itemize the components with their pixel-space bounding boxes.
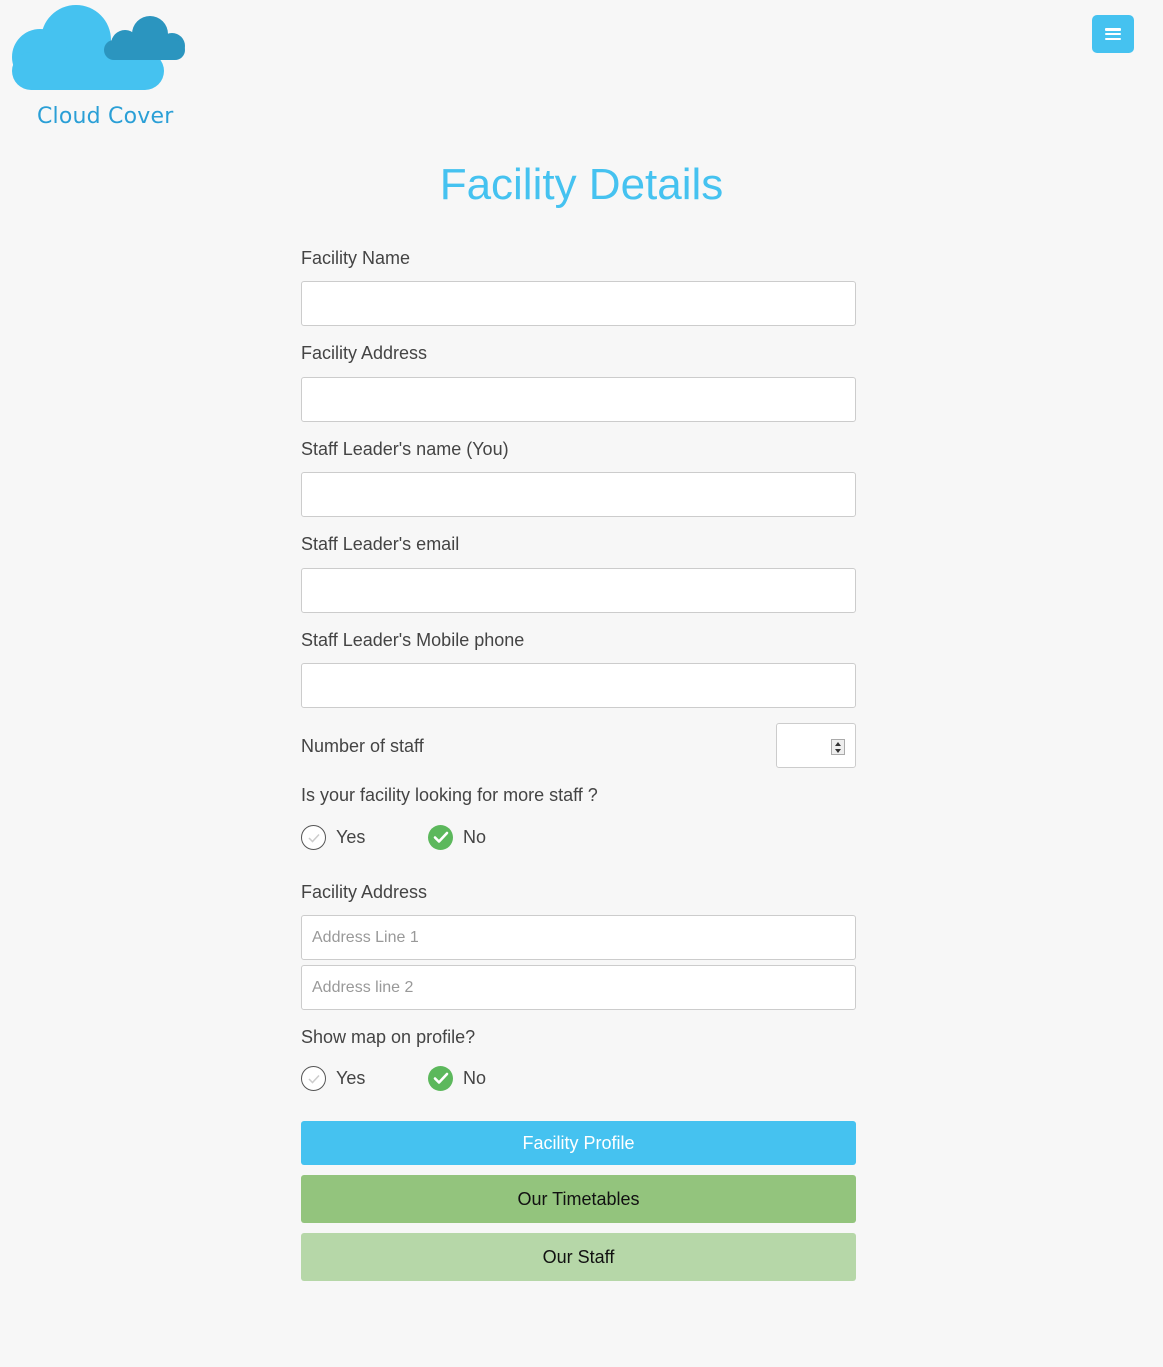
page-title: Facility Details [439,160,724,209]
looking-for-staff-question: Is your facility looking for more staff … [301,785,598,805]
address-line2-input[interactable] [301,965,856,1010]
facility-address-label: Facility Address [301,343,428,363]
show-map-no-radio[interactable]: No [428,1066,486,1091]
hamburger-menu-icon [1105,28,1121,40]
show-map-yes-radio[interactable]: Yes [301,1066,365,1091]
looking-staff-yes-radio[interactable]: Yes [301,825,365,850]
facility-name-input[interactable] [301,281,856,326]
leader-email-label: Staff Leader's email [301,534,460,554]
radio-label: Yes [336,1068,366,1088]
spinner-arrows-icon[interactable] [831,739,845,755]
looking-staff-no-radio[interactable]: No [428,825,486,850]
leader-email-input[interactable] [301,568,856,613]
address-line1-input[interactable] [301,915,856,960]
show-map-question: Show map on profile? [301,1027,476,1047]
check-circle-icon [428,825,453,850]
address-block-label: Facility Address [301,882,428,902]
leader-phone-label: Staff Leader's Mobile phone [301,630,525,650]
cloud-logo-icon [12,5,185,90]
facility-address-input[interactable] [301,377,856,422]
radio-label: No [463,827,487,847]
radio-label: Yes [336,827,366,847]
radio-label: No [463,1068,487,1088]
brand-logo[interactable]: Cloud Cover [10,2,190,132]
check-circle-icon [428,1066,453,1091]
unchecked-circle-icon [301,1066,326,1091]
menu-button[interactable] [1092,15,1134,53]
leader-phone-input[interactable] [301,663,856,708]
facility-name-label: Facility Name [301,248,411,268]
timetables-button[interactable]: Our Timetables [301,1175,856,1223]
staff-count-label: Number of staff [301,736,424,756]
leader-name-label: Staff Leader's name (You) [301,439,509,459]
staff-count-stepper[interactable] [776,723,856,768]
staff-button[interactable]: Our Staff [301,1233,856,1281]
facility-profile-button[interactable]: Facility Profile [301,1121,856,1165]
unchecked-circle-icon [301,825,326,850]
leader-name-input[interactable] [301,472,856,517]
brand-name: Cloud Cover [37,104,174,129]
